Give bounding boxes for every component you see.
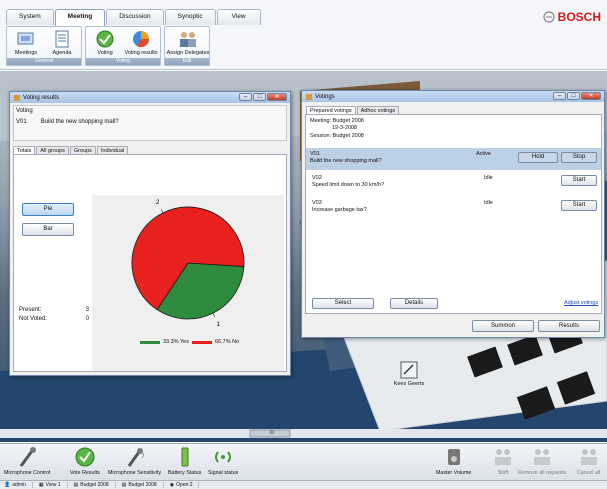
votings-window: Votings – □ ✕ Prepared votings Adhoc vot… (301, 90, 605, 338)
remove-all-requests-button[interactable]: Remove all requests (518, 446, 566, 476)
ribbon-tabs: System Meeting Discussion Synoptic View (6, 9, 261, 26)
status-user: 👤 admin (4, 482, 33, 488)
scroll-thumb-mark[interactable]: III (252, 430, 292, 436)
open-icon: ◉ (169, 482, 175, 488)
delegate-seat[interactable]: Kees Geerts (392, 361, 426, 387)
window-icon (306, 93, 312, 100)
pie-count-label: 2 (156, 200, 160, 206)
group-voting: Voting Voting results Voting (85, 26, 161, 66)
agenda-icon (51, 29, 73, 49)
status-open: ◉ Open:2 (170, 482, 200, 488)
present-row: Present: 3 (19, 307, 89, 313)
session-icon: ▤ (121, 482, 127, 488)
bar-button[interactable]: Bar (22, 223, 74, 236)
bosch-armature-icon (543, 11, 555, 23)
group-edit: Assign Delegates Edit (164, 26, 210, 66)
microphone-seat-icon (400, 361, 418, 379)
speaker-icon (443, 446, 465, 468)
start-button[interactable]: Start (561, 200, 597, 211)
bottom-toolbar: Microphone Control Vote Results Micropho… (0, 443, 607, 480)
check-icon (74, 446, 96, 468)
view-icon: ▦ (38, 482, 44, 488)
pie-leader-line (212, 313, 216, 317)
status-budget-2[interactable]: ▤ Budget 2008 (122, 482, 164, 488)
hold-button[interactable]: Hold (518, 152, 558, 163)
summon-button[interactable]: Summon (472, 320, 534, 332)
signal-icon (212, 446, 234, 468)
meeting-icon: ▤ (73, 482, 79, 488)
microphone-control-button[interactable]: Microphone Control (4, 446, 50, 476)
meeting-info: Meeting: Budget 2008 19-3-2008 Session: … (310, 118, 364, 139)
legend-yes-swatch (140, 340, 160, 344)
legend-no-swatch (192, 340, 212, 344)
people-remove-icon (531, 446, 553, 468)
voting-results-window: Voting results – □ ✕ Voting V01 Build the… (9, 91, 291, 376)
totals-panel: Pie Bar Present: 3 Not Voted: 0 1 2 33.3% Y… (13, 154, 287, 372)
tab-synoptic[interactable]: Synoptic (164, 9, 216, 25)
pie-button[interactable]: Pie (22, 203, 74, 216)
ribbon-groups: Meetings Agenda General Voting Voting re… (6, 26, 210, 66)
pie-leader-line (160, 209, 164, 213)
cancel-all-button[interactable]: Cancel all (577, 446, 600, 476)
tab-view[interactable]: View (216, 9, 261, 25)
voting-row-v01[interactable]: V01 Build the new shopping mall? Active … (306, 148, 601, 170)
microphone-icon (17, 446, 37, 468)
not-voted-row: Not Voted: 0 (19, 316, 89, 322)
voting-row-v03[interactable]: V03 Increase garbage tax? Idle Start (309, 198, 607, 220)
people-cancel-icon (578, 446, 600, 468)
ribbon: System Meeting Discussion Synoptic View … (0, 0, 607, 70)
stop-button[interactable]: Stop (561, 152, 597, 163)
user-icon: 👤 (4, 482, 11, 488)
select-button[interactable]: Select (312, 298, 374, 309)
details-button[interactable]: Details (390, 298, 438, 309)
battery-status-button[interactable]: Battery Status (168, 446, 201, 476)
master-volume-button[interactable]: Master Volume (436, 446, 471, 476)
status-bar: 👤 admin ▦ View 1 ▤ Budget 2008 ▤ Budget 2008… (0, 480, 607, 489)
voting-row-v02[interactable]: V02 Speed limit down to 30 km/h? Idle St… (309, 173, 607, 195)
maximize-button[interactable]: □ (567, 92, 580, 100)
chart-area: 1 2 33.3% Yes 66.7% No (92, 195, 284, 371)
start-button[interactable]: Start (561, 175, 597, 186)
battery-icon (180, 446, 190, 468)
pie-chart-icon (130, 29, 152, 49)
shift-button[interactable]: Shift (492, 446, 514, 476)
microphone-sensitivity-icon (124, 446, 146, 468)
group-general: Meetings Agenda General (6, 26, 82, 66)
signal-status-button[interactable]: Signal status (208, 446, 238, 476)
check-icon (94, 29, 116, 49)
minimize-button[interactable]: – (239, 93, 252, 101)
people-icon (492, 446, 514, 468)
voting-summary: Voting V01 Build the new shopping mall? (13, 105, 287, 141)
close-button[interactable]: ✕ (267, 93, 287, 101)
tab-discussion[interactable]: Discussion (106, 9, 164, 25)
results-button[interactable]: Results (538, 320, 600, 332)
status-view[interactable]: ▦ View 1 (39, 482, 68, 488)
microphone-sensitivity-button[interactable]: Microphone Sensitivity (108, 446, 161, 476)
vote-results-button[interactable]: Vote Results (70, 446, 100, 476)
minimize-button[interactable]: – (553, 92, 566, 100)
window-icon (14, 94, 20, 101)
brand-logo: BOSCH (543, 10, 601, 24)
maximize-button[interactable]: □ (253, 93, 266, 101)
tab-meeting[interactable]: Meeting (54, 9, 106, 26)
delegates-icon (177, 29, 199, 49)
close-button[interactable]: ✕ (581, 92, 601, 100)
pie-count-label: 1 (217, 322, 221, 328)
meetings-icon (15, 29, 37, 49)
tab-system[interactable]: System (6, 9, 54, 25)
chart-legend: 33.3% Yes 66.7% No (140, 338, 264, 346)
adjust-votings-link[interactable]: Adjust votings (564, 300, 598, 306)
status-budget-1[interactable]: ▤ Budget 2008 (74, 482, 116, 488)
prepared-votings-panel: Meeting: Budget 2008 19-3-2008 Session: … (305, 114, 602, 314)
